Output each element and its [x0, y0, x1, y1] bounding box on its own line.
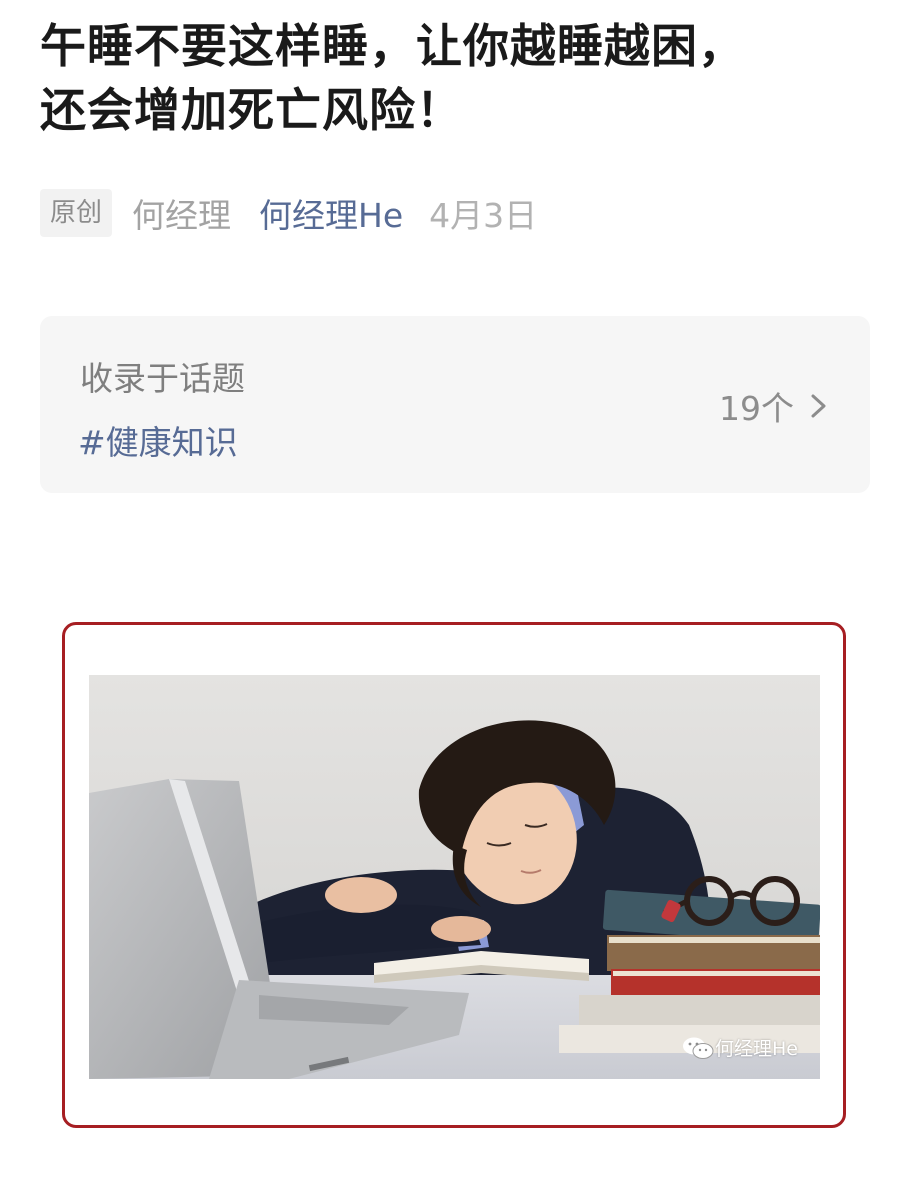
- topic-card[interactable]: 收录于话题 #健康知识 19个: [40, 316, 870, 493]
- article-meta: 原创 何经理 何经理He 4月3日: [40, 188, 537, 238]
- sleeping-at-desk-illustration: [89, 675, 820, 1079]
- image-watermark: 何经理He: [681, 1034, 798, 1061]
- chevron-right-icon: [808, 386, 830, 426]
- article-image: 何经理He: [89, 675, 820, 1079]
- topic-tag[interactable]: #健康知识: [78, 416, 238, 464]
- topic-count-text: 19个: [719, 389, 794, 428]
- title-line-2: 还会增加死亡风险！: [40, 83, 463, 137]
- watermark-text: 何经理He: [715, 1038, 798, 1060]
- publish-date: 4月3日: [429, 196, 538, 235]
- topic-count[interactable]: 19个: [719, 382, 830, 430]
- topic-label: 收录于话题: [80, 359, 245, 398]
- wechat-icon: [683, 1037, 714, 1059]
- account-link[interactable]: 何经理He: [259, 189, 403, 237]
- article-title: 午睡不要这样睡，让你越睡越困， 还会增加死亡风险！: [40, 14, 880, 142]
- original-badge: 原创: [40, 189, 113, 237]
- author-name: 何经理: [132, 196, 232, 235]
- title-line-1: 午睡不要这样睡，让你越睡越困，: [40, 19, 745, 73]
